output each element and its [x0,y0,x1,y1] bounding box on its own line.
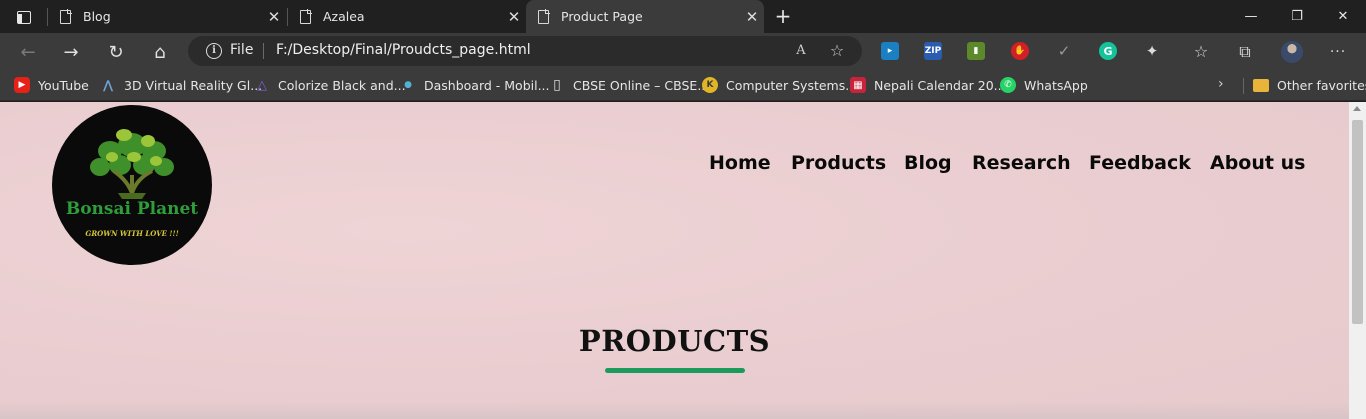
vr-icon: ⋀ [102,78,114,92]
tab-actions-icon [17,10,31,24]
url-text[interactable]: F:/Desktop/Final/Proudcts_page.html [276,42,531,58]
bookmark-other-favorites[interactable]: Other favorites [1253,76,1366,94]
page-icon [300,9,312,24]
bookmark-label: WhatsApp [1024,77,1088,93]
bookmark-dashboard[interactable]: ● Dashboard - Mobil... [400,76,550,94]
bookmark-label: Dashboard - Mobil... [424,77,550,93]
bookmark-label: YouTube [38,77,89,93]
colorize-icon: △ [257,77,267,93]
add-favorite-icon[interactable]: ☆ [828,42,846,60]
page-body: Bonsai Planet GROWN WITH LOVE !!! Home P… [0,102,1349,419]
section-title: PRODUCTS [578,324,771,358]
whatsapp-icon: ✆ [1000,77,1016,93]
scroll-up-arrow-icon[interactable] [1353,106,1361,111]
tab-title: Blog [83,9,111,24]
page-icon [538,9,550,24]
bookmark-youtube[interactable]: ▶ YouTube [14,76,89,94]
profile-avatar[interactable] [1281,41,1303,63]
nav-feedback[interactable]: Feedback [1089,152,1191,174]
dashboard-icon: ● [404,80,412,90]
minimize-button[interactable]: — [1228,0,1274,33]
tab-product-page[interactable]: Product Page ✕ [526,0,764,33]
title-underline [605,368,745,373]
address-bar[interactable]: i File F:/Desktop/Final/Proudcts_page.ht… [188,36,862,66]
clipboard-icon[interactable]: ▮ [967,42,985,60]
tab-blog[interactable]: Blog ✕ [48,0,286,33]
bookmark-label: 3D Virtual Reality Gl... [124,77,263,93]
youtube-icon: ▶ [14,77,30,93]
tab-close-button[interactable]: ✕ [502,8,526,26]
tab-azalea[interactable]: Azalea ✕ [288,0,526,33]
nav-blog[interactable]: Blog [904,152,952,174]
calendar-icon: ▦ [850,77,866,93]
bookmarks-bar: ▶ YouTube ⋀ 3D Virtual Reality Gl... △ C… [0,70,1366,101]
more-menu-icon[interactable]: ··· [1327,41,1349,63]
close-window-button[interactable]: ✕ [1320,0,1366,33]
logo-brand-text: Bonsai Planet [65,199,199,219]
bonsai-tree-icon [90,129,174,199]
bookmark-label: Nepali Calendar 20... [874,77,1006,93]
tab-actions-button[interactable] [10,7,38,27]
grammarly-icon[interactable]: G [1099,42,1117,60]
bookmarks-separator [1243,78,1244,94]
zip-icon[interactable]: ZIP [924,42,942,60]
tab-title: Product Page [561,9,643,24]
computer-systems-icon: K [702,77,718,93]
nav-about-us[interactable]: About us [1210,152,1305,174]
bookmark-cbse[interactable]: ▯ CBSE Online – CBSE... [549,76,709,94]
page-icon [60,9,72,24]
adblock-icon[interactable]: ✋ [1011,42,1029,60]
scroll-thumb[interactable] [1352,120,1363,324]
bookmark-nepali-calendar[interactable]: ▦ Nepali Calendar 20... [850,76,1006,94]
bookmark-label: Colorize Black and... [278,77,406,93]
page-scrollbar[interactable] [1349,102,1366,419]
tab-close-button[interactable]: ✕ [740,8,764,26]
content-edge-shadow [0,402,1349,419]
site-logo[interactable]: Bonsai Planet GROWN WITH LOVE !!! [52,105,212,265]
check-icon[interactable]: ✓ [1055,42,1073,60]
bookmarks-overflow-icon[interactable]: › [1218,76,1224,92]
forward-button[interactable]: → [57,38,85,66]
new-tab-button[interactable]: + [772,5,794,27]
folder-icon [1253,78,1269,92]
nav-products[interactable]: Products [791,152,886,174]
address-separator [263,43,264,59]
bookmark-whatsapp[interactable]: ✆ WhatsApp [1000,76,1088,94]
bitwarden-icon[interactable]: ▸ [881,42,899,60]
restore-button[interactable]: ❐ [1274,0,1320,33]
bookmark-colorize[interactable]: △ Colorize Black and... [254,76,406,94]
bookmark-label: Computer Systems... [726,77,858,93]
logo-tagline: GROWN WITH LOVE !!! [85,229,179,238]
puzzle-icon[interactable]: ✦ [1143,42,1161,60]
bookmark-label: Other favorites [1277,77,1366,93]
favorites-icon[interactable]: ☆ [1190,41,1212,63]
site-info-icon[interactable]: i [206,43,222,59]
nav-research[interactable]: Research [972,152,1071,174]
document-icon: ▯ [553,77,561,93]
bookmark-3d-vr[interactable]: ⋀ 3D Virtual Reality Gl... [100,76,262,94]
bookmark-computer-systems[interactable]: K Computer Systems... [702,76,857,94]
page-viewport: Bonsai Planet GROWN WITH LOVE !!! Home P… [0,102,1366,419]
tab-title: Azalea [323,9,365,24]
home-button[interactable]: ⌂ [146,38,174,66]
back-button[interactable]: ← [14,38,42,66]
browser-toolbar: ← → ↻ ⌂ i File F:/Desktop/Final/Proudcts… [0,33,1366,70]
collections-icon[interactable]: ⧉ [1234,41,1256,63]
bookmark-label: CBSE Online – CBSE... [573,77,710,93]
nav-home[interactable]: Home [709,152,771,174]
scheme-label: File [230,42,254,58]
tab-strip: Blog ✕ Azalea ✕ Product Page ✕ + — ❐ ✕ [0,0,1366,33]
read-aloud-icon[interactable]: A [792,42,810,60]
tab-close-button[interactable]: ✕ [262,8,286,26]
refresh-button[interactable]: ↻ [102,38,130,66]
